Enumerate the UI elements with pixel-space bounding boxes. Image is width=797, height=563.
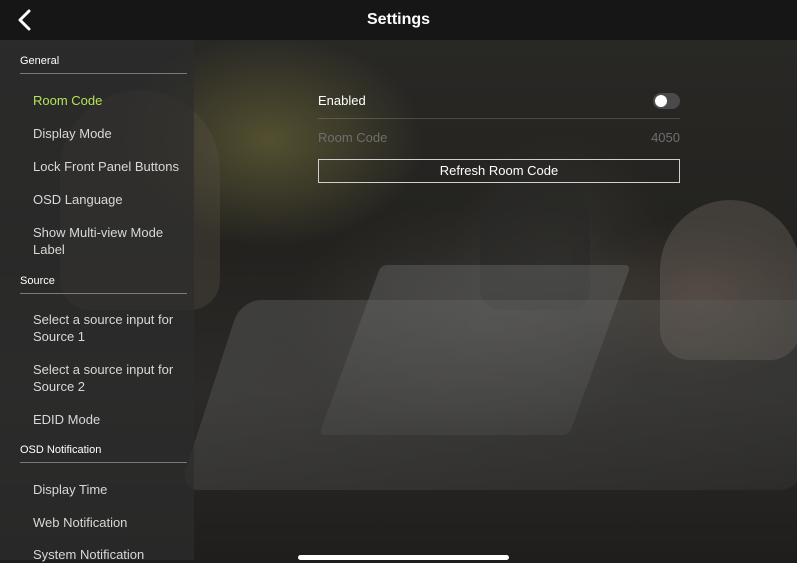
sidebar-item-web-notification[interactable]: Web Notification bbox=[33, 514, 188, 531]
toggle-knob bbox=[655, 95, 667, 107]
sidebar-item-osd-language[interactable]: OSD Language bbox=[33, 191, 188, 208]
sidebar-item-source-2[interactable]: Select a source input for Source 2 bbox=[33, 361, 188, 395]
section-source: Source bbox=[20, 275, 187, 294]
room-code-value: 4050 bbox=[651, 130, 680, 145]
section-general: General bbox=[20, 55, 187, 74]
enabled-row: Enabled bbox=[318, 90, 680, 119]
top-bar: Settings bbox=[0, 0, 797, 40]
section-osd-notification: OSD Notification bbox=[20, 444, 187, 463]
sidebar-item-room-code[interactable]: Room Code bbox=[33, 92, 188, 109]
sidebar-item-display-time[interactable]: Display Time bbox=[33, 481, 188, 498]
sidebar-item-source-1[interactable]: Select a source input for Source 1 bbox=[33, 311, 188, 345]
room-code-label: Room Code bbox=[318, 130, 388, 145]
sidebar-item-display-mode[interactable]: Display Mode bbox=[33, 125, 188, 142]
enabled-toggle[interactable] bbox=[653, 93, 680, 109]
page-title: Settings bbox=[366, 11, 431, 28]
sidebar-item-lock-front-panel[interactable]: Lock Front Panel Buttons bbox=[33, 158, 188, 175]
home-indicator[interactable] bbox=[298, 555, 509, 560]
room-code-row: Room Code 4050 bbox=[318, 130, 680, 150]
sidebar: General Room Code Display Mode Lock Fron… bbox=[0, 40, 194, 563]
enabled-label: Enabled bbox=[318, 93, 366, 108]
sidebar-item-multiview-label[interactable]: Show Multi-view Mode Label bbox=[33, 224, 188, 258]
sidebar-item-edid-mode[interactable]: EDID Mode bbox=[33, 411, 188, 428]
refresh-room-code-button[interactable]: Refresh Room Code bbox=[318, 159, 680, 183]
sidebar-item-system-notification[interactable]: System Notification bbox=[33, 546, 188, 563]
